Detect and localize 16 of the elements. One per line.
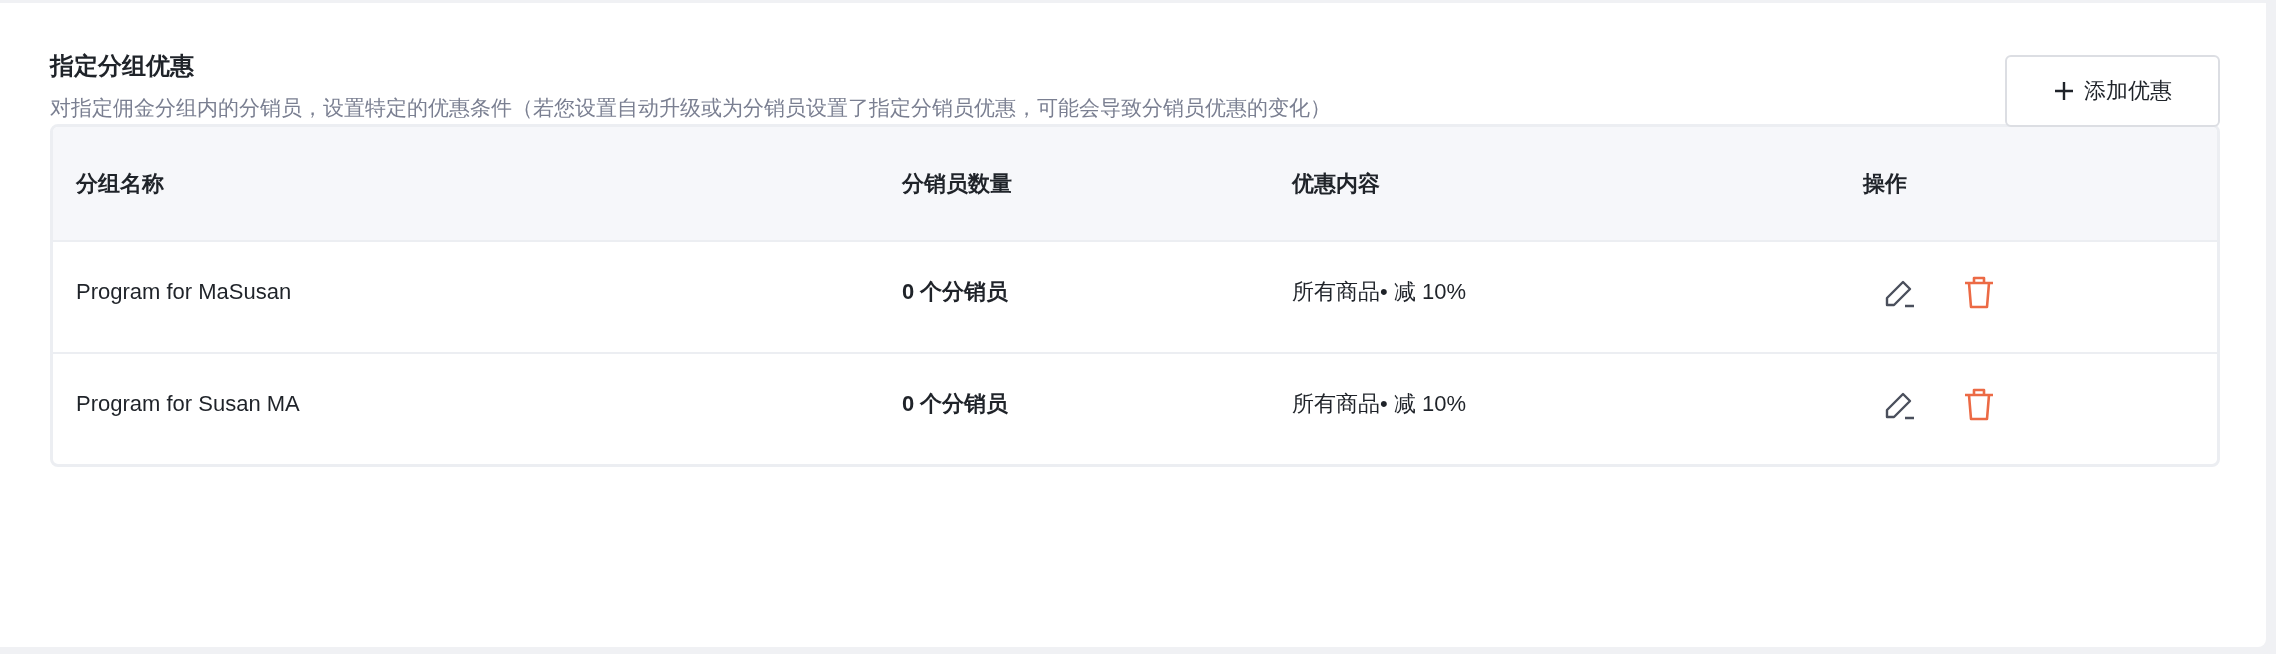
plus-icon bbox=[2053, 81, 2074, 101]
section-title: 指定分组优惠 bbox=[50, 51, 195, 81]
group-name-cell-text: Program for MaSusan bbox=[76, 279, 293, 305]
member-count-cell-text: 0 个分销员 bbox=[902, 278, 1010, 306]
column-header: 分销员数量 bbox=[902, 169, 1013, 198]
delete-icon[interactable] bbox=[1963, 275, 1995, 309]
column-header: 分组名称 bbox=[76, 169, 165, 198]
delete-icon[interactable] bbox=[1963, 387, 1995, 421]
section-description: 对指定佣金分组内的分销员，设置特定的优惠条件（若您设置自动升级或为分销员设置了指定分销员优惠，可能会导致分销员优惠的变化） bbox=[50, 95, 1331, 121]
column-header: 优惠内容 bbox=[1292, 169, 1381, 198]
discount-cell-text: 所有商品• 减 10% bbox=[1292, 278, 1467, 306]
column-header: 操作 bbox=[1863, 169, 1908, 198]
add-discount-button[interactable]: 添加优惠 bbox=[2005, 55, 2220, 127]
member-count-cell-text: 0 个分销员 bbox=[902, 390, 1010, 418]
group-name-cell-text: Program for Susan MA bbox=[76, 391, 301, 417]
discount-cell-text: 所有商品• 减 10% bbox=[1292, 390, 1467, 418]
